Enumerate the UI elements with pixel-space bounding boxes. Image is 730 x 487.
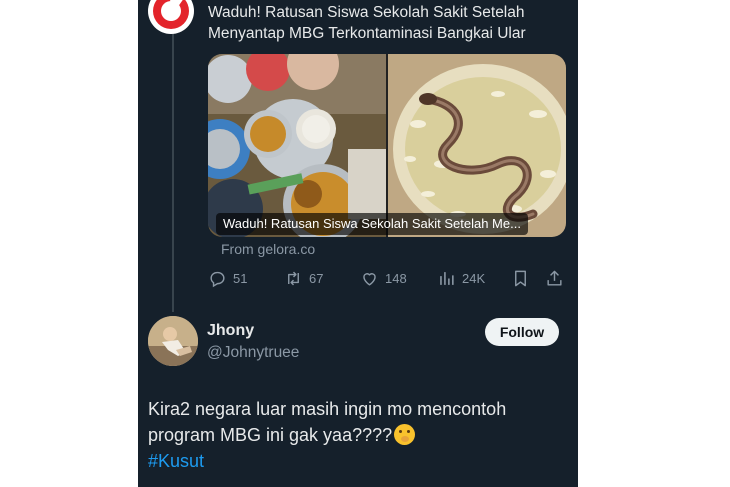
- repost-button[interactable]: 67: [284, 266, 323, 290]
- food-trays-image: [208, 54, 386, 237]
- tweet-panel: Waduh! Ratusan Siswa Sekolah Sakit Setel…: [138, 0, 578, 487]
- bookmark-button[interactable]: [511, 266, 530, 290]
- hashtag-link[interactable]: #Kusut: [148, 451, 204, 471]
- link-card-headline[interactable]: Waduh! Ratusan Siswa Sekolah Sakit Setel…: [208, 2, 568, 44]
- snake-in-food-image: [388, 54, 566, 237]
- tweet-text-line1: Kira2 negara luar masih ingin mo mencont…: [148, 399, 507, 419]
- source-logo-icon[interactable]: [148, 0, 194, 34]
- bookmark-icon: [515, 270, 526, 286]
- follow-button[interactable]: Follow: [485, 318, 559, 346]
- thread-connector-line: [172, 30, 174, 312]
- heart-icon: [363, 272, 376, 286]
- like-button[interactable]: 148: [360, 266, 407, 290]
- link-card-media[interactable]: Waduh! Ratusan Siswa Sekolah Sakit Setel…: [208, 54, 566, 237]
- repost-count: 67: [309, 270, 324, 286]
- reply-count: 51: [233, 270, 248, 286]
- view-count: 24K: [462, 270, 486, 286]
- views-button[interactable]: 24K: [437, 266, 485, 290]
- views-icon: [440, 271, 454, 285]
- like-count: 148: [385, 270, 407, 286]
- tweet-text-line2: program MBG ini gak yaa????: [148, 425, 393, 445]
- avatar-image: [148, 316, 198, 366]
- media-caption: Waduh! Ratusan Siswa Sekolah Sakit Setel…: [216, 213, 528, 235]
- author-handle[interactable]: @Johnytruee: [207, 344, 299, 362]
- author-row: Jhony @Johnytruee Follow: [148, 316, 568, 368]
- action-bar: 51 67 148 24K: [208, 266, 568, 290]
- author-name[interactable]: Jhony: [207, 322, 254, 340]
- avatar[interactable]: [148, 316, 198, 366]
- face-with-hand-over-mouth-emoji: [394, 424, 416, 445]
- tweet-text: Kira2 negara luar masih ingin mo mencont…: [148, 396, 568, 474]
- repost-icon: [288, 271, 299, 285]
- share-icon: [547, 270, 562, 286]
- share-button[interactable]: [545, 266, 564, 290]
- reply-button[interactable]: 51: [208, 266, 247, 290]
- from-source-link[interactable]: From gelora.co: [221, 241, 315, 257]
- reply-icon: [210, 271, 225, 287]
